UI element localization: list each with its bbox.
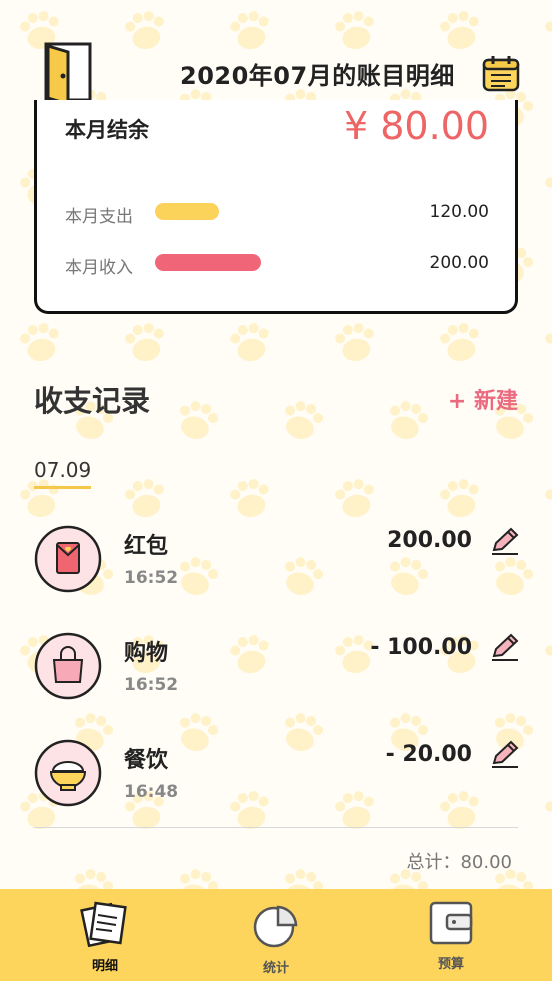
total-label: 总计：80.00: [406, 852, 512, 873]
expense-bar: [155, 203, 219, 220]
record-date: 07.09: [34, 458, 92, 489]
bottom-tab-bar: 明细 统计 预算: [0, 889, 552, 981]
income-value: 200.00: [429, 253, 489, 273]
balance-label: 本月结余: [65, 118, 149, 142]
expense-value: 120.00: [429, 202, 489, 222]
income-bar: [155, 254, 261, 271]
new-record-button[interactable]: + 新建: [448, 383, 518, 415]
wallet-icon: [429, 901, 473, 945]
entry-time: 16:48: [124, 782, 179, 802]
door-icon[interactable]: [38, 40, 102, 106]
tab-label: 明细: [91, 959, 118, 974]
entry-amount: 200.00: [387, 528, 472, 553]
entry-category: 红包: [124, 534, 169, 559]
expense-label: 本月支出: [65, 207, 133, 227]
pie-chart-icon: [253, 905, 298, 948]
income-label: 本月收入: [65, 258, 133, 278]
records-title: 收支记录: [34, 384, 151, 418]
tab-detail[interactable]: 明细: [45, 889, 165, 981]
calendar-icon[interactable]: [481, 53, 521, 93]
entry-amount: - 20.00: [385, 742, 472, 767]
monthly-summary-card: 本月结余 ¥ 80.00 本月支出 120.00 本月收入 200.00: [34, 100, 518, 314]
rice-bowl-icon: [34, 739, 102, 807]
tab-label: 预算: [437, 957, 464, 972]
entry-time: 16:52: [124, 675, 179, 695]
divider: [34, 827, 518, 828]
pencil-icon[interactable]: [490, 739, 520, 769]
pencil-icon[interactable]: [490, 632, 520, 662]
entry-time: 16:52: [124, 568, 179, 588]
tab-statistics[interactable]: 统计: [216, 889, 336, 981]
entry-category: 餐饮: [124, 748, 169, 773]
balance-value: ¥ 80.00: [343, 104, 489, 148]
pencil-icon[interactable]: [490, 526, 520, 556]
entry-category: 购物: [124, 641, 169, 666]
shopping-bag-icon: [34, 632, 102, 700]
page-title: 2020年07月的账目明细: [180, 62, 455, 90]
tab-budget[interactable]: 预算: [391, 889, 511, 981]
tab-label: 统计: [262, 961, 289, 976]
document-icon: [80, 901, 127, 947]
red-envelope-icon: [34, 525, 102, 593]
entry-amount: - 100.00: [370, 635, 472, 660]
